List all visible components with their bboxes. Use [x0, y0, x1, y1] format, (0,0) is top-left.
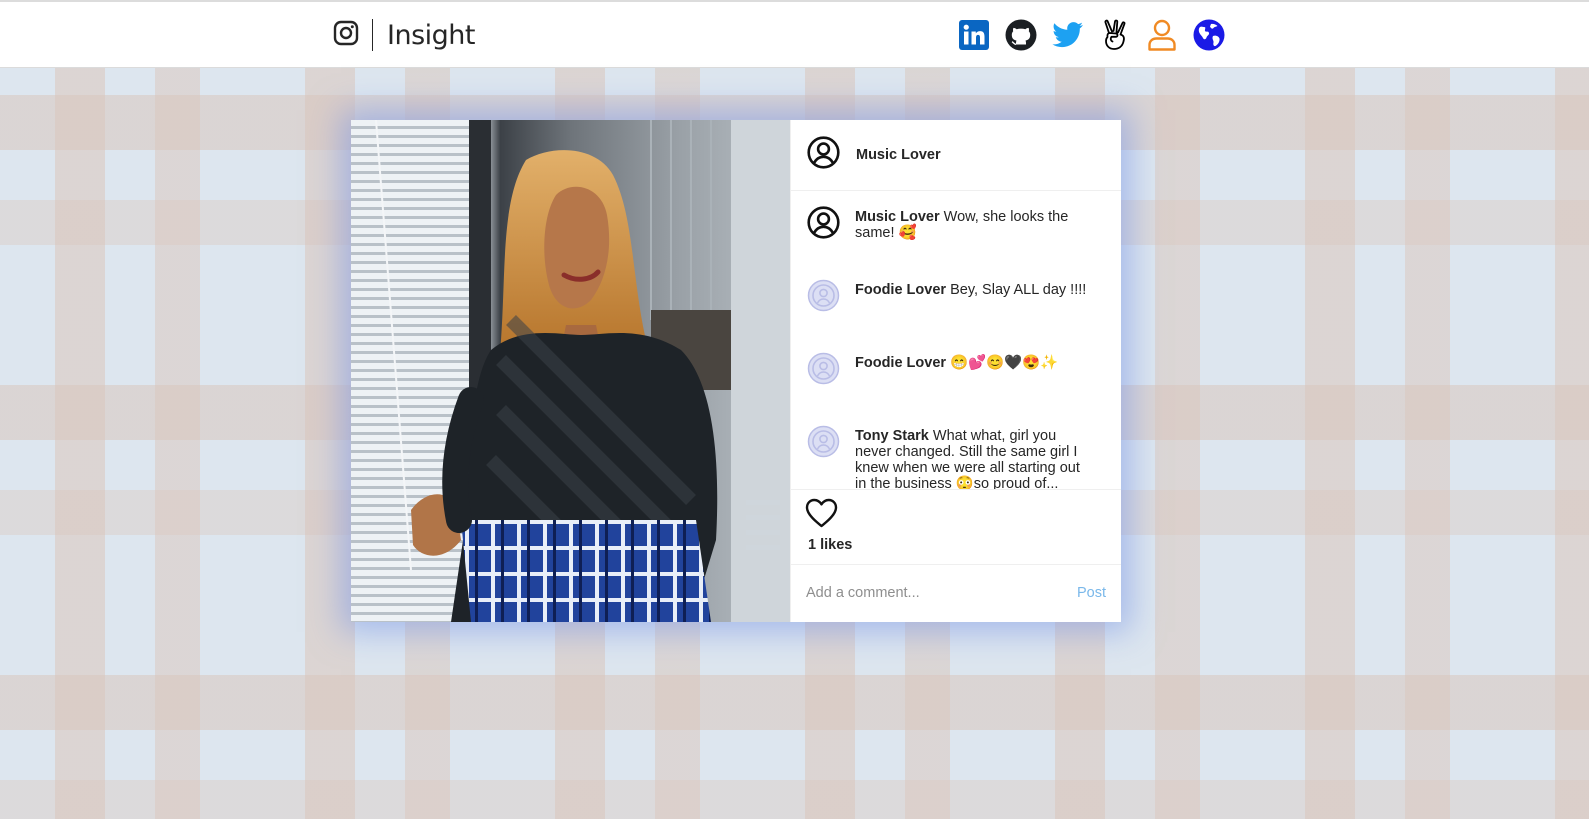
- user-circle-icon[interactable]: [807, 206, 840, 239]
- angellist-icon[interactable]: [1098, 18, 1131, 51]
- post-image: [351, 120, 790, 622]
- comment-user[interactable]: Foodie Lover: [855, 282, 946, 298]
- default-avatar-icon[interactable]: [807, 352, 840, 385]
- add-comment-form: Post: [791, 565, 1121, 621]
- comment-text: Bey, Slay ALL day !!!!: [950, 282, 1087, 298]
- default-avatar-icon[interactable]: [807, 425, 840, 458]
- social-links: [957, 18, 1225, 51]
- comment-item: Foodie Lover Bey, Slay ALL day !!!!: [791, 264, 1121, 337]
- instagram-icon: [333, 20, 359, 51]
- likes-count: 1 likes: [808, 537, 853, 553]
- comment-user[interactable]: Music Lover: [855, 209, 940, 225]
- brand[interactable]: Insight: [333, 18, 475, 52]
- brand-name: Insight: [387, 19, 475, 51]
- post-author[interactable]: Music Lover: [856, 147, 941, 163]
- post-button[interactable]: Post: [1077, 585, 1106, 601]
- brand-divider: [372, 19, 373, 51]
- heart-icon[interactable]: [805, 498, 838, 532]
- comment-item: Tony Stark What what, girl you never cha…: [791, 410, 1121, 489]
- globe-icon[interactable]: [1192, 18, 1225, 51]
- default-avatar-icon[interactable]: [807, 279, 840, 312]
- github-icon[interactable]: [1004, 18, 1037, 51]
- post-header: Music Lover: [791, 120, 1121, 191]
- user-icon[interactable]: [1145, 18, 1178, 51]
- comments-list[interactable]: Music Lover Wow, she looks the same! 🥰 F…: [791, 191, 1121, 490]
- comment-user[interactable]: Tony Stark: [855, 428, 929, 444]
- comment-item: Foodie Lover 😁💕😊🖤😍✨: [791, 337, 1121, 410]
- comment-body: Tony Stark What what, girl you never cha…: [855, 428, 1095, 489]
- comment-user[interactable]: Foodie Lover: [855, 355, 946, 371]
- post-sidebar: Music Lover Music Lover Wow, she looks t…: [790, 120, 1121, 622]
- twitter-icon[interactable]: [1051, 18, 1084, 51]
- user-circle-icon[interactable]: [807, 136, 840, 174]
- comment-body: Foodie Lover Bey, Slay ALL day !!!!: [855, 282, 1086, 298]
- comment-input[interactable]: [806, 585, 1077, 601]
- linkedin-icon[interactable]: [957, 18, 990, 51]
- comment-text: 😁💕😊🖤😍✨: [950, 355, 1059, 371]
- post-actions: 1 likes: [791, 490, 1121, 565]
- comment-body: Music Lover Wow, she looks the same! 🥰: [855, 209, 1109, 241]
- post-card: Music Lover Music Lover Wow, she looks t…: [351, 120, 1121, 622]
- comment-item: Music Lover Wow, she looks the same! 🥰: [791, 191, 1121, 264]
- top-navbar: Insight: [0, 0, 1589, 68]
- comment-body: Foodie Lover 😁💕😊🖤😍✨: [855, 355, 1058, 371]
